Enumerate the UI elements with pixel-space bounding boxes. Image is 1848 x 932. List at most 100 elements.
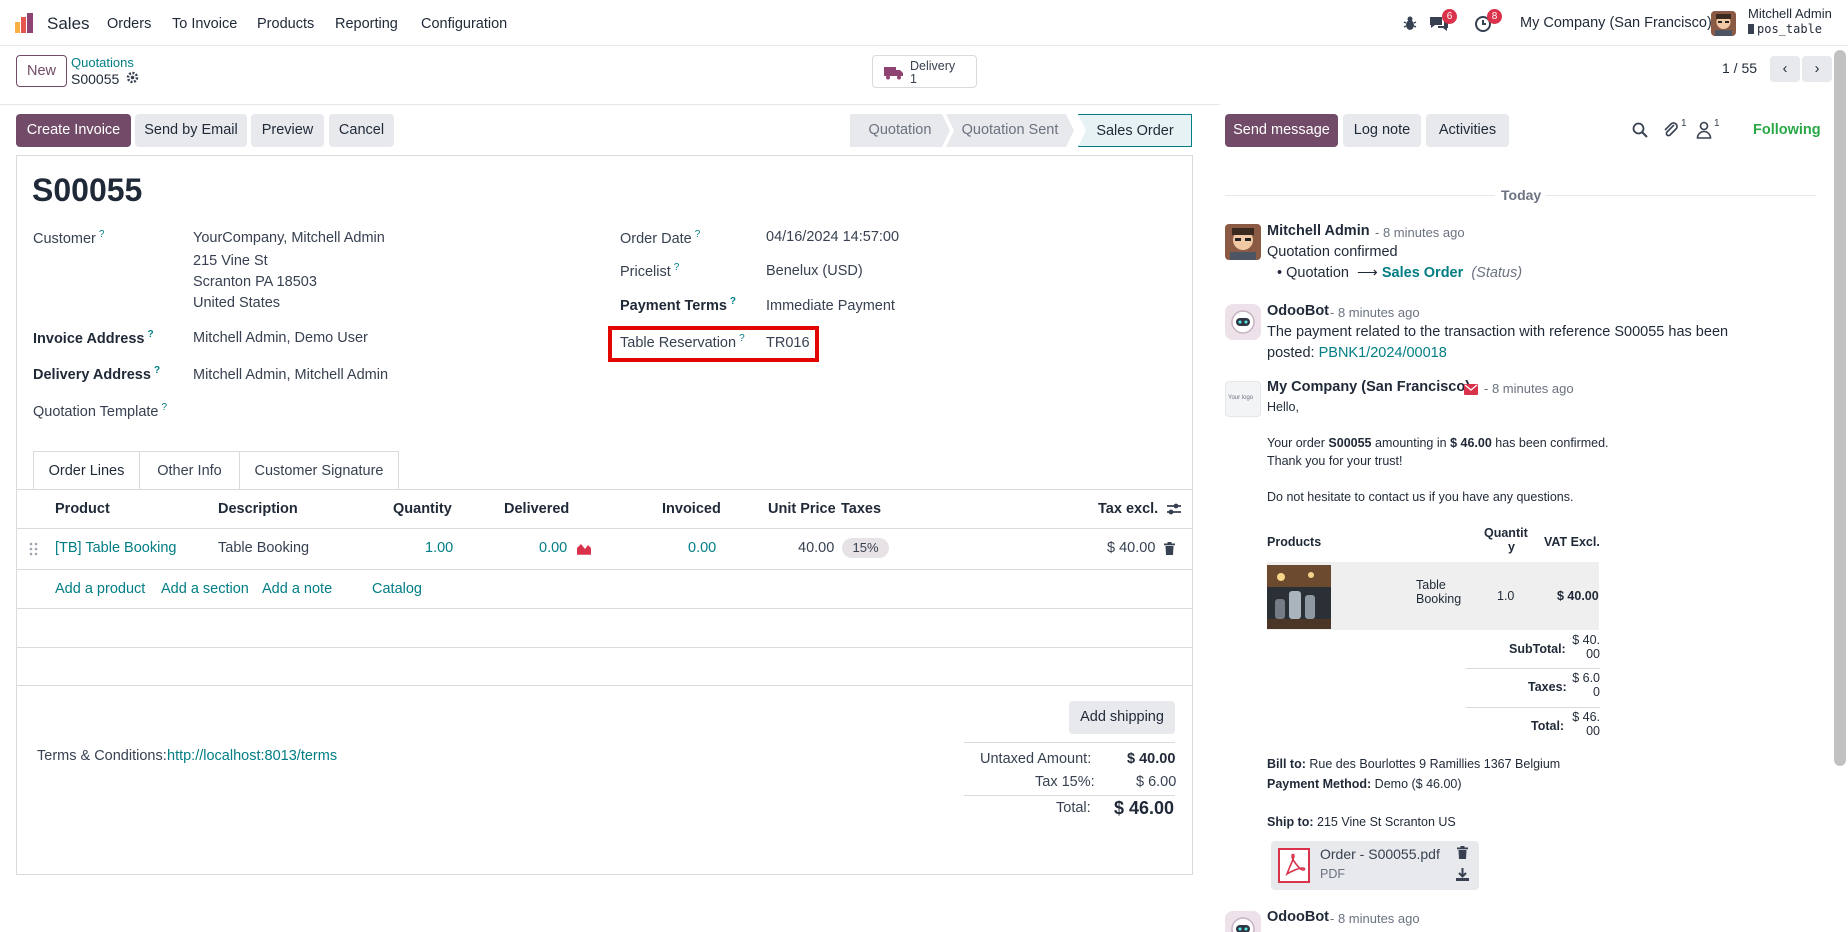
help-icon[interactable]: ? [730, 296, 736, 307]
breadcrumb-quotations[interactable]: Quotations [71, 55, 134, 70]
delivery-smart-button[interactable]: Delivery 1 [872, 55, 977, 88]
payment-terms-field[interactable]: Immediate Payment [766, 298, 895, 314]
download-icon[interactable] [1456, 868, 1469, 881]
trash-icon[interactable] [1457, 846, 1468, 859]
debug-bug-icon[interactable] [1400, 13, 1420, 33]
delivery-address-field[interactable]: Mitchell Admin, Mitchell Admin [193, 367, 388, 383]
customer-name[interactable]: YourCompany, Mitchell Admin [193, 230, 385, 246]
message-author[interactable]: My Company (San Francisco) [1267, 379, 1470, 395]
line-description[interactable]: Table Booking [218, 540, 309, 556]
followers-icon[interactable] [1696, 121, 1712, 139]
email-ship-to: Ship to: 215 Vine St Scranton US [1267, 815, 1456, 829]
search-icon[interactable] [1632, 122, 1648, 138]
line-product[interactable]: [TB] Table Booking [55, 540, 176, 556]
message-author[interactable]: OdooBot [1267, 303, 1329, 319]
status-quotation-sent[interactable]: Quotation Sent [946, 114, 1074, 147]
message-author[interactable]: Mitchell Admin [1267, 223, 1370, 239]
paperclip-icon[interactable] [1662, 121, 1680, 139]
help-icon[interactable]: ? [99, 229, 105, 240]
payment-link[interactable]: PBNK1/2024/00018 [1319, 345, 1447, 361]
email-total-label: Total: [1531, 719, 1565, 733]
order-date-field[interactable]: 04/16/2024 14:57:00 [766, 229, 899, 245]
help-icon[interactable]: ? [154, 365, 160, 376]
following-toggle[interactable]: Following [1753, 122, 1821, 138]
menu-reporting[interactable]: Reporting [335, 16, 398, 32]
tax-label: Tax 15%: [1035, 774, 1095, 790]
catalog-link[interactable]: Catalog [372, 581, 422, 597]
menu-products[interactable]: Products [257, 16, 314, 32]
menu-orders[interactable]: Orders [107, 16, 151, 32]
header-invoiced[interactable]: Invoiced [662, 501, 721, 517]
add-section-link[interactable]: Add a section [161, 581, 249, 597]
drag-handle-icon[interactable] [29, 542, 39, 556]
menu-configuration[interactable]: Configuration [421, 16, 507, 32]
cancel-button[interactable]: Cancel [329, 114, 394, 147]
add-shipping-button[interactable]: Add shipping [1069, 701, 1175, 734]
status-sales-order[interactable]: Sales Order [1078, 114, 1192, 147]
email-taxes-label: Taxes: [1528, 680, 1567, 694]
chatter-scrollbar[interactable] [1834, 50, 1846, 766]
header-taxes[interactable]: Taxes [841, 501, 881, 517]
status-quotation[interactable]: Quotation [850, 114, 950, 147]
odoobot-avatar[interactable] [1225, 911, 1261, 932]
activities-clock-icon[interactable]: 8 [1474, 9, 1502, 33]
company-switcher[interactable]: My Company (San Francisco) [1520, 15, 1712, 31]
line-tax-tag[interactable]: 15% [842, 538, 889, 558]
line-delivered[interactable]: 0.00 [539, 540, 567, 556]
help-icon[interactable]: ? [147, 329, 153, 340]
forecast-chart-icon[interactable] [576, 541, 592, 555]
gear-icon[interactable] [126, 71, 139, 84]
line-unit-price[interactable]: 40.00 [798, 540, 834, 556]
new-button[interactable]: New [16, 55, 67, 87]
order-date-label: Order Date? [620, 229, 701, 247]
tab-order-lines[interactable]: Order Lines [33, 451, 140, 490]
pricelist-field[interactable]: Benelux (USD) [766, 263, 863, 279]
line-invoiced[interactable]: 0.00 [688, 540, 716, 556]
pager-next-button[interactable]: › [1802, 56, 1832, 82]
message-author[interactable]: OdooBot [1267, 909, 1329, 925]
row-divider [16, 647, 1193, 648]
header-unit-price[interactable]: Unit Price [768, 501, 836, 517]
odoobot-avatar[interactable] [1225, 304, 1261, 340]
pager-value[interactable]: 1 / 55 [1722, 60, 1757, 76]
menu-to-invoice[interactable]: To Invoice [172, 16, 237, 32]
activities-button[interactable]: Activities [1426, 114, 1509, 147]
messages-icon[interactable]: 6 [1428, 9, 1457, 33]
pdf-file-icon [1278, 848, 1310, 883]
add-product-link[interactable]: Add a product [55, 581, 145, 597]
tab-other-info[interactable]: Other Info [140, 451, 240, 490]
trash-icon[interactable] [1164, 542, 1175, 555]
log-note-button[interactable]: Log note [1343, 114, 1421, 147]
create-invoice-button[interactable]: Create Invoice [16, 114, 131, 147]
email-divider [1466, 668, 1600, 669]
header-product[interactable]: Product [55, 501, 110, 517]
terms-link[interactable]: http://localhost:8013/terms [167, 748, 337, 764]
help-icon[interactable]: ? [674, 262, 680, 273]
line-subtotal: $ 40.00 [1107, 540, 1156, 556]
header-tax-excl[interactable]: Tax excl. [1098, 501, 1158, 517]
header-delivered[interactable]: Delivered [504, 501, 569, 517]
send-message-button[interactable]: Send message [1225, 114, 1338, 147]
sales-app-icon[interactable] [14, 13, 34, 33]
help-icon[interactable]: ? [161, 402, 167, 413]
line-quantity[interactable]: 1.00 [425, 540, 453, 556]
table-reservation-link[interactable]: TR016 [766, 335, 810, 351]
delivery-address-label: Delivery Address? [33, 365, 161, 383]
avatar[interactable] [1225, 224, 1261, 260]
invoice-address-field[interactable]: Mitchell Admin, Demo User [193, 330, 368, 346]
add-note-link[interactable]: Add a note [262, 581, 332, 597]
pager-previous-button[interactable]: ‹ [1770, 56, 1800, 82]
help-icon[interactable]: ? [695, 229, 701, 240]
app-name[interactable]: Sales [47, 14, 90, 34]
column-settings-icon[interactable] [1166, 502, 1182, 516]
header-description[interactable]: Description [218, 501, 298, 517]
user-avatar[interactable] [1711, 11, 1736, 36]
send-by-email-button[interactable]: Send by Email [135, 114, 247, 147]
message-body: Quotation confirmed [1267, 244, 1398, 260]
preview-button[interactable]: Preview [251, 114, 324, 147]
tab-customer-signature[interactable]: Customer Signature [240, 451, 399, 490]
header-quantity[interactable]: Quantity [393, 501, 452, 517]
user-name[interactable]: Mitchell Admin [1748, 6, 1832, 21]
attachment-card[interactable]: Order - S00055.pdf PDF [1271, 841, 1479, 890]
help-icon[interactable]: ? [739, 333, 745, 344]
